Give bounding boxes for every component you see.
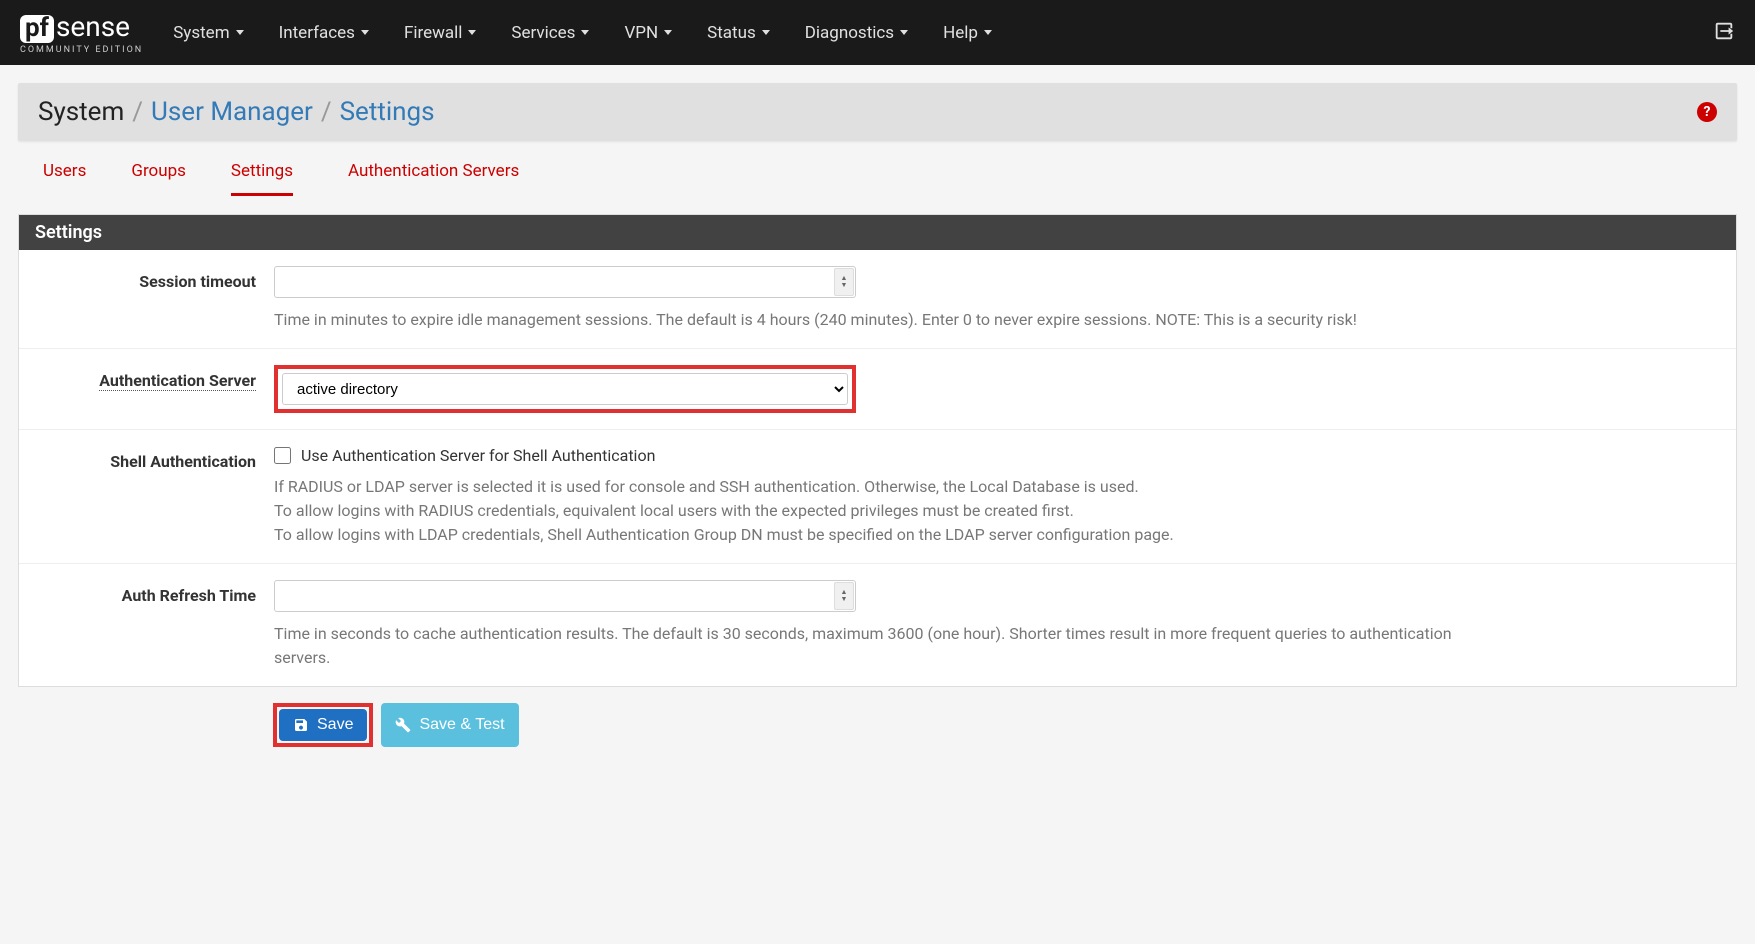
settings-panel: Settings Session timeout ▲▼ Time in minu… xyxy=(18,214,1737,687)
tab-auth-servers[interactable]: Authentication Servers xyxy=(348,161,519,196)
logo-box: pf xyxy=(20,15,54,43)
chevron-down-icon xyxy=(984,30,992,35)
row-auth-refresh: Auth Refresh Time ▲▼ Time in seconds to … xyxy=(19,564,1736,686)
tab-groups[interactable]: Groups xyxy=(131,161,186,196)
breadcrumb-bar: System / User Manager / Settings ? xyxy=(18,83,1737,141)
chevron-down-icon xyxy=(900,30,908,35)
navbar-left: pfsense COMMUNITY EDITION System Interfa… xyxy=(20,10,992,55)
breadcrumb-sep: / xyxy=(132,97,143,127)
panel-title: Settings xyxy=(19,215,1736,250)
auth-server-select[interactable]: active directory xyxy=(282,373,848,405)
logo-text: sense xyxy=(56,10,130,43)
breadcrumb: System / User Manager / Settings xyxy=(38,97,435,127)
auth-refresh-input-wrap: ▲▼ xyxy=(274,580,856,612)
tabs: Users Groups Settings Authentication Ser… xyxy=(18,141,1737,196)
nav-item-services[interactable]: Services xyxy=(511,23,589,43)
logo[interactable]: pfsense COMMUNITY EDITION xyxy=(20,10,143,55)
session-timeout-input[interactable] xyxy=(274,266,856,298)
label-auth-refresh: Auth Refresh Time xyxy=(39,580,274,605)
breadcrumb-settings[interactable]: Settings xyxy=(340,97,435,127)
row-auth-server: Authentication Server active directory xyxy=(19,349,1736,430)
page-container: System / User Manager / Settings ? Users… xyxy=(0,65,1755,781)
logout-icon[interactable] xyxy=(1713,20,1735,46)
shell-auth-checkbox[interactable] xyxy=(274,447,291,464)
chevron-down-icon xyxy=(361,30,369,35)
nav-items: System Interfaces Firewall Services VPN … xyxy=(173,23,992,43)
nav-item-vpn[interactable]: VPN xyxy=(624,23,672,43)
auth-refresh-input[interactable] xyxy=(274,580,856,612)
spinner-icon[interactable]: ▲▼ xyxy=(834,268,854,296)
top-navbar: pfsense COMMUNITY EDITION System Interfa… xyxy=(0,0,1755,65)
chevron-down-icon xyxy=(664,30,672,35)
nav-item-help[interactable]: Help xyxy=(943,23,992,43)
label-auth-server: Authentication Server xyxy=(39,365,274,390)
nav-item-system[interactable]: System xyxy=(173,23,243,43)
highlight-auth-server: active directory xyxy=(274,365,856,413)
wrench-icon xyxy=(395,717,411,733)
session-timeout-input-wrap: ▲▼ xyxy=(274,266,856,298)
label-shell-auth: Shell Authentication xyxy=(39,446,274,471)
help-shell-auth: If RADIUS or LDAP server is selected it … xyxy=(274,475,1474,547)
row-shell-auth: Shell Authentication Use Authentication … xyxy=(19,430,1736,564)
highlight-save: Save xyxy=(273,703,373,747)
nav-item-diagnostics[interactable]: Diagnostics xyxy=(805,23,908,43)
save-icon xyxy=(293,717,309,733)
tab-settings[interactable]: Settings xyxy=(231,161,293,196)
nav-item-firewall[interactable]: Firewall xyxy=(404,23,476,43)
label-session-timeout: Session timeout xyxy=(39,266,274,291)
save-button[interactable]: Save xyxy=(279,709,367,741)
chevron-down-icon xyxy=(468,30,476,35)
chevron-down-icon xyxy=(762,30,770,35)
spinner-icon[interactable]: ▲▼ xyxy=(834,582,854,610)
breadcrumb-user-manager[interactable]: User Manager xyxy=(151,97,313,127)
help-auth-refresh: Time in seconds to cache authentication … xyxy=(274,622,1474,670)
shell-auth-checkbox-label[interactable]: Use Authentication Server for Shell Auth… xyxy=(301,446,655,465)
row-session-timeout: Session timeout ▲▼ Time in minutes to ex… xyxy=(19,250,1736,349)
breadcrumb-root[interactable]: System xyxy=(38,97,124,127)
chevron-down-icon xyxy=(236,30,244,35)
help-session-timeout: Time in minutes to expire idle managemen… xyxy=(274,308,1474,332)
buttons-row: Save Save & Test xyxy=(18,687,1737,763)
breadcrumb-sep: / xyxy=(321,97,332,127)
tab-users[interactable]: Users xyxy=(43,161,86,196)
logo-sub: COMMUNITY EDITION xyxy=(20,45,143,55)
chevron-down-icon xyxy=(581,30,589,35)
save-test-button[interactable]: Save & Test xyxy=(381,703,518,747)
nav-item-interfaces[interactable]: Interfaces xyxy=(279,23,369,43)
nav-item-status[interactable]: Status xyxy=(707,23,770,43)
help-icon[interactable]: ? xyxy=(1697,102,1717,122)
